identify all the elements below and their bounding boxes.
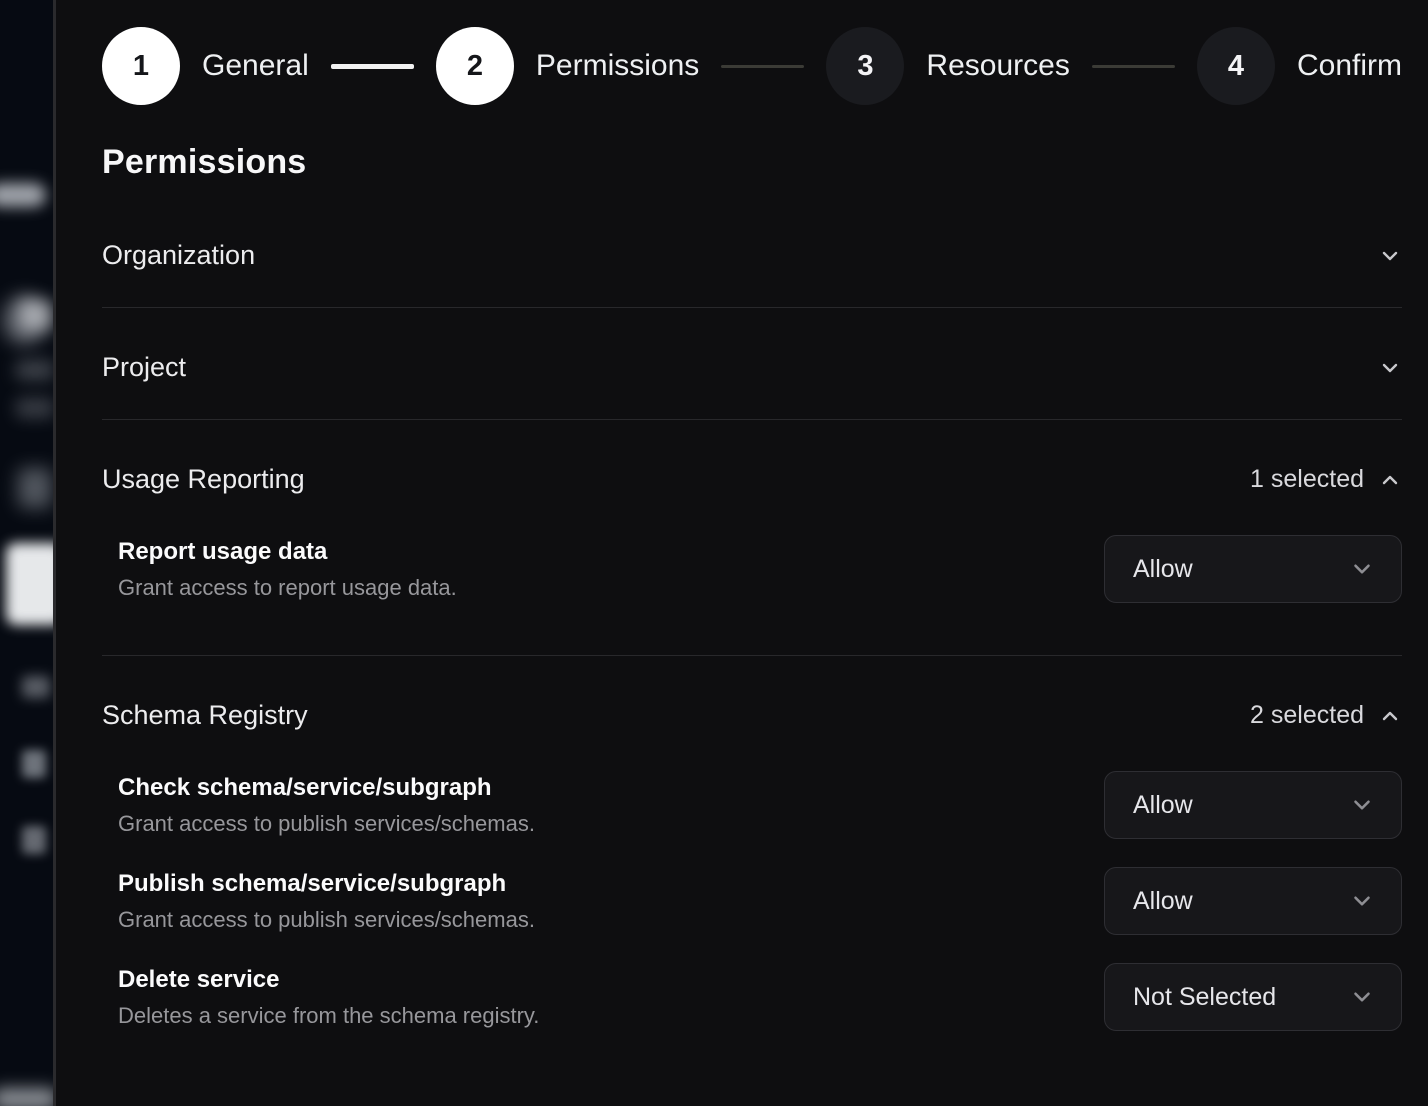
step-number-circle: 4	[1197, 27, 1275, 105]
step-connector-done	[331, 64, 414, 69]
publish-schema-select[interactable]: Allow	[1104, 867, 1402, 935]
step-confirm[interactable]: 4 Confirm	[1197, 27, 1402, 105]
permission-item-delete-service: Delete service Deletes a service from th…	[102, 963, 1402, 1031]
section-organization: Organization	[102, 182, 1402, 308]
create-key-wizard-panel: 1 General 2 Permissions 3 Resources 4 Co…	[56, 0, 1428, 1106]
step-resources[interactable]: 3 Resources	[826, 27, 1069, 105]
blurred-label-u	[22, 750, 46, 778]
section-header-schema-registry[interactable]: Schema Registry 2 selected	[102, 656, 1402, 767]
check-schema-select[interactable]: Allow	[1104, 771, 1402, 839]
select-value: Allow	[1133, 791, 1193, 820]
step-connector-todo	[721, 65, 804, 68]
section-title: Organization	[102, 240, 255, 271]
blurred-text-line	[16, 360, 53, 380]
blurred-label-h	[22, 826, 46, 854]
report-usage-data-select[interactable]: Allow	[1104, 535, 1402, 603]
permission-title: Publish schema/service/subgraph	[118, 870, 535, 898]
chevron-down-icon	[1349, 888, 1375, 914]
selected-count-badge: 2 selected	[1250, 701, 1364, 730]
blurred-nav-icon	[18, 468, 52, 508]
blurred-nav-pill	[0, 183, 46, 207]
permission-item-report-usage-data: Report usage data Grant access to report…	[102, 535, 1402, 603]
select-value: Allow	[1133, 887, 1193, 916]
delete-service-select[interactable]: Not Selected	[1104, 963, 1402, 1031]
step-general[interactable]: 1 General	[102, 27, 309, 105]
permission-list: Check schema/service/subgraph Grant acce…	[102, 767, 1402, 1083]
blurred-text-line	[16, 398, 53, 418]
chevron-down-icon	[1378, 244, 1402, 268]
step-connector-todo	[1092, 65, 1175, 68]
chevron-down-icon	[1349, 792, 1375, 818]
section-title: Usage Reporting	[102, 464, 305, 495]
permission-list: Report usage data Grant access to report…	[102, 531, 1402, 655]
blurred-account-text	[20, 300, 52, 330]
step-label: Resources	[926, 49, 1069, 83]
section-header-organization[interactable]: Organization	[102, 182, 1402, 307]
permission-description: Grant access to report usage data.	[118, 575, 457, 601]
section-project: Project	[102, 308, 1402, 420]
section-header-project[interactable]: Project	[102, 308, 1402, 419]
blurred-background-sidebar	[0, 0, 53, 1106]
selected-count-badge: 1 selected	[1250, 465, 1364, 494]
section-title: Project	[102, 352, 186, 383]
step-label: General	[202, 49, 309, 83]
section-title: Schema Registry	[102, 700, 308, 731]
blurred-active-tile	[6, 543, 53, 625]
permission-description: Deletes a service from the schema regist…	[118, 1003, 539, 1029]
blurred-label-ti	[22, 676, 50, 698]
section-usage-reporting: Usage Reporting 1 selected Report usage …	[102, 420, 1402, 656]
permission-item-check-schema: Check schema/service/subgraph Grant acce…	[102, 771, 1402, 839]
section-schema-registry: Schema Registry 2 selected Check schema/…	[102, 656, 1402, 1083]
step-number-circle: 3	[826, 27, 904, 105]
step-label: Permissions	[536, 49, 699, 83]
permission-description: Grant access to publish services/schemas…	[118, 811, 535, 837]
step-label: Confirm	[1297, 49, 1402, 83]
chevron-down-icon	[1349, 556, 1375, 582]
step-number-circle: 1	[102, 27, 180, 105]
step-number-circle: 2	[436, 27, 514, 105]
select-value: Allow	[1133, 555, 1193, 584]
permission-title: Report usage data	[118, 538, 457, 566]
chevron-down-icon	[1349, 984, 1375, 1010]
chevron-up-icon	[1378, 468, 1402, 492]
wizard-stepper: 1 General 2 Permissions 3 Resources 4 Co…	[102, 27, 1402, 105]
select-value: Not Selected	[1133, 983, 1276, 1012]
chevron-up-icon	[1378, 704, 1402, 728]
permission-item-publish-schema: Publish schema/service/subgraph Grant ac…	[102, 867, 1402, 935]
chevron-down-icon	[1378, 356, 1402, 380]
section-header-usage-reporting[interactable]: Usage Reporting 1 selected	[102, 420, 1402, 531]
permission-description: Grant access to publish services/schemas…	[118, 907, 535, 933]
blurred-bottom-item	[0, 1088, 53, 1106]
page-title: Permissions	[102, 143, 1402, 182]
permission-title: Check schema/service/subgraph	[118, 774, 535, 802]
step-permissions[interactable]: 2 Permissions	[436, 27, 699, 105]
permission-title: Delete service	[118, 966, 539, 994]
